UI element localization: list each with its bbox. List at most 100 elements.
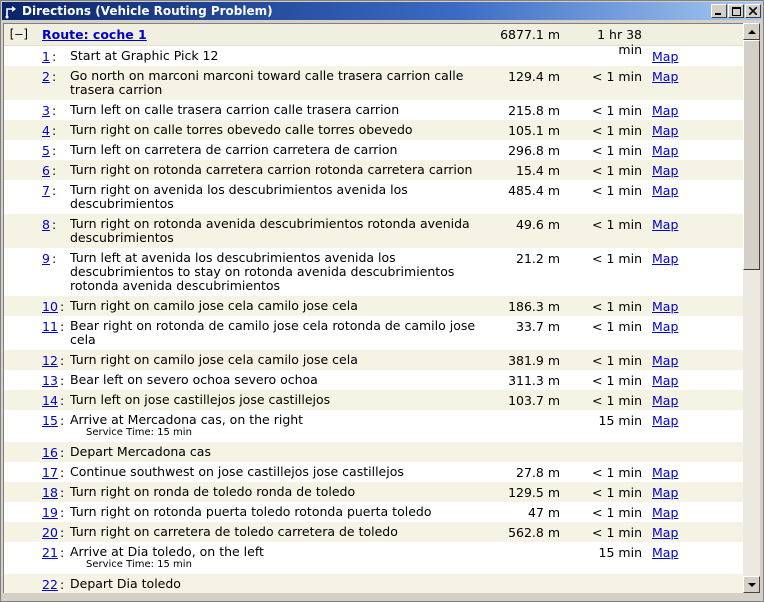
step-colon: : bbox=[52, 143, 57, 158]
step-instruction: Depart Mercadona cas bbox=[70, 444, 211, 459]
step-number-link[interactable]: 1 bbox=[42, 49, 50, 64]
directions-window: Directions (Vehicle Routing Problem) [–]… bbox=[0, 0, 764, 602]
step-colon: : bbox=[52, 103, 57, 118]
vertical-scrollbar[interactable] bbox=[743, 23, 760, 593]
step-time: < 1 min bbox=[592, 103, 642, 118]
step-number-link[interactable]: 21 bbox=[42, 545, 58, 560]
step-instruction: Turn right on rotonda avenida descubrimi… bbox=[70, 216, 470, 245]
map-link[interactable]: Map bbox=[652, 183, 678, 198]
map-link[interactable]: Map bbox=[652, 69, 678, 84]
map-link[interactable]: Map bbox=[652, 163, 678, 178]
step-distance: 105.1 m bbox=[508, 123, 560, 138]
map-link[interactable]: Map bbox=[652, 299, 678, 314]
step-distance: 485.4 m bbox=[508, 183, 560, 198]
step-colon: : bbox=[52, 49, 57, 64]
step-row: 7: Turn right on avenida los descubrimien… bbox=[4, 180, 743, 214]
map-link[interactable]: Map bbox=[652, 485, 678, 500]
map-link[interactable]: Map bbox=[652, 217, 678, 232]
minimize-button[interactable] bbox=[711, 4, 727, 18]
map-link[interactable]: Map bbox=[652, 525, 678, 540]
maximize-button[interactable] bbox=[728, 4, 744, 18]
step-number-link[interactable]: 10 bbox=[42, 299, 58, 314]
route-link[interactable]: Route: coche 1 bbox=[42, 27, 147, 42]
step-row: 18: Turn right on ronda de toledo ronda d… bbox=[4, 482, 743, 502]
map-link[interactable]: Map bbox=[652, 319, 678, 334]
step-row: 6: Turn right on rotonda carretera carrio… bbox=[4, 160, 743, 180]
route-header: [–] Route: coche 1 6877.1 m 1 hr 38 min bbox=[4, 24, 743, 57]
map-link[interactable]: Map bbox=[652, 393, 678, 408]
step-number-link[interactable]: 7 bbox=[42, 183, 50, 198]
step-distance: 103.7 m bbox=[508, 393, 560, 408]
step-number-link[interactable]: 18 bbox=[42, 485, 58, 500]
step-colon: : bbox=[60, 485, 65, 500]
step-colon: : bbox=[52, 251, 57, 266]
step-time: < 1 min bbox=[592, 183, 642, 198]
step-number-link[interactable]: 12 bbox=[42, 353, 58, 368]
step-instruction: Bear left on severo ochoa severo ochoa bbox=[70, 372, 318, 387]
map-link[interactable]: Map bbox=[652, 465, 678, 480]
map-link[interactable]: Map bbox=[652, 143, 678, 158]
map-link[interactable]: Map bbox=[652, 505, 678, 520]
step-colon: : bbox=[60, 445, 65, 460]
step-row: 16: Depart Mercadona cas bbox=[4, 442, 743, 462]
step-time: < 1 min bbox=[592, 217, 642, 232]
map-link[interactable]: Map bbox=[652, 353, 678, 368]
step-instruction: Start at Graphic Pick 12 bbox=[70, 48, 219, 63]
step-time: < 1 min bbox=[592, 123, 642, 138]
arrow-up-icon bbox=[747, 29, 756, 34]
step-distance: 15.4 m bbox=[516, 163, 560, 178]
step-time: < 1 min bbox=[592, 525, 642, 540]
step-colon: : bbox=[60, 525, 65, 540]
step-instruction: Turn right on calle torres obevedo calle… bbox=[70, 122, 413, 137]
service-time-note: Service Time: 15 min bbox=[86, 427, 192, 438]
step-time: < 1 min bbox=[592, 353, 642, 368]
step-row: 3: Turn left on calle trasera carrion cal… bbox=[4, 100, 743, 120]
step-instruction: Turn right on camilo jose cela camilo jo… bbox=[70, 298, 358, 313]
step-row: 14: Turn left on jose castillejos jose ca… bbox=[4, 390, 743, 410]
step-number-link[interactable]: 19 bbox=[42, 505, 58, 520]
step-number-link[interactable]: 16 bbox=[42, 445, 58, 460]
step-number-link[interactable]: 17 bbox=[42, 465, 58, 480]
minimize-icon bbox=[715, 13, 721, 15]
step-time: < 1 min bbox=[592, 69, 642, 84]
step-number-link[interactable]: 13 bbox=[42, 373, 58, 388]
step-number-link[interactable]: 8 bbox=[42, 217, 50, 232]
step-row: 10: Turn right on camilo jose cela camilo… bbox=[4, 296, 743, 316]
step-row: 13: Bear left on severo ochoa severo ocho… bbox=[4, 370, 743, 390]
scroll-up-button[interactable] bbox=[743, 23, 760, 40]
step-number-link[interactable]: 22 bbox=[42, 577, 58, 592]
step-colon: : bbox=[52, 183, 57, 198]
map-link[interactable]: Map bbox=[652, 373, 678, 388]
step-colon: : bbox=[60, 353, 65, 368]
step-colon: : bbox=[52, 69, 57, 84]
scroll-down-button[interactable] bbox=[743, 576, 760, 593]
step-colon: : bbox=[60, 319, 65, 334]
step-number-link[interactable]: 9 bbox=[42, 251, 50, 266]
map-link[interactable]: Map bbox=[652, 251, 678, 266]
step-colon: : bbox=[60, 299, 65, 314]
step-number-link[interactable]: 15 bbox=[42, 413, 58, 428]
map-link[interactable]: Map bbox=[652, 49, 678, 64]
map-link[interactable]: Map bbox=[652, 545, 678, 560]
step-instruction: Arrive at Mercadona cas, on the right bbox=[70, 412, 304, 427]
step-colon: : bbox=[60, 577, 65, 592]
step-number-link[interactable]: 11 bbox=[42, 319, 58, 334]
step-instruction: Turn right on avenida los descubrimiento… bbox=[70, 182, 408, 211]
step-number-link[interactable]: 5 bbox=[42, 143, 50, 158]
step-time: < 1 min bbox=[592, 251, 642, 266]
step-number-link[interactable]: 2 bbox=[42, 69, 50, 84]
step-number-link[interactable]: 6 bbox=[42, 163, 50, 178]
step-number-link[interactable]: 14 bbox=[42, 393, 58, 408]
map-link[interactable]: Map bbox=[652, 123, 678, 138]
scroll-thumb[interactable] bbox=[743, 40, 760, 270]
step-number-link[interactable]: 3 bbox=[42, 103, 50, 118]
map-link[interactable]: Map bbox=[652, 413, 678, 428]
step-row: 2: Go north on marconi marconi toward cal… bbox=[4, 66, 743, 100]
close-button[interactable] bbox=[745, 4, 761, 18]
directions-list[interactable]: [–] Route: coche 1 6877.1 m 1 hr 38 min … bbox=[3, 23, 743, 593]
step-number-link[interactable]: 20 bbox=[42, 525, 58, 540]
step-number-link[interactable]: 4 bbox=[42, 123, 50, 138]
step-instruction: Turn right on rotonda puerta toledo roto… bbox=[70, 504, 432, 519]
collapse-toggle[interactable]: [–] bbox=[8, 27, 30, 41]
map-link[interactable]: Map bbox=[652, 103, 678, 118]
